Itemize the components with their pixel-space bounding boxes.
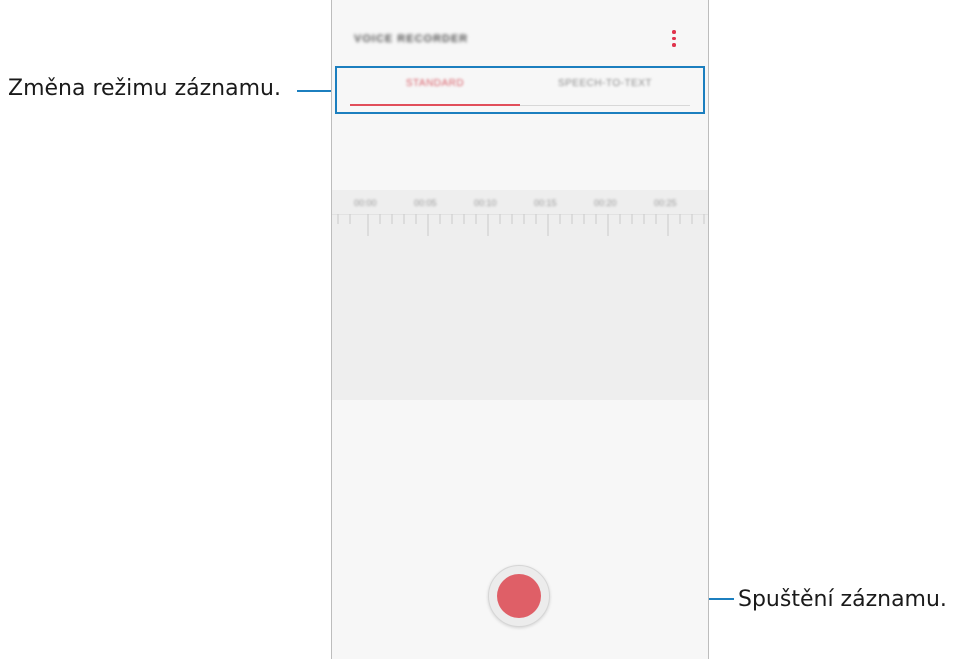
callout-mode-change: Změna režimu záznamu. <box>8 76 281 101</box>
record-button[interactable] <box>488 565 550 627</box>
more-vertical-icon[interactable] <box>668 30 680 52</box>
timeline-ruler <box>332 214 708 236</box>
app-title: VOICE RECORDER <box>354 33 469 45</box>
timeline-label: 00:20 <box>594 198 617 208</box>
timeline-label: 00:15 <box>534 198 557 208</box>
callout-start-recording: Spuštění záznamu. <box>738 587 947 612</box>
timeline-label: 00:00 <box>354 198 377 208</box>
timeline-label: 00:25 <box>654 198 677 208</box>
mode-tabs-highlight <box>335 66 705 114</box>
callout-mode-leader <box>297 90 335 92</box>
timeline-label: 00:10 <box>474 198 497 208</box>
recording-timeline: 00:00 00:05 00:10 00:15 00:20 00:25 <box>332 190 708 400</box>
record-icon <box>497 574 541 618</box>
timeline-label: 00:05 <box>414 198 437 208</box>
